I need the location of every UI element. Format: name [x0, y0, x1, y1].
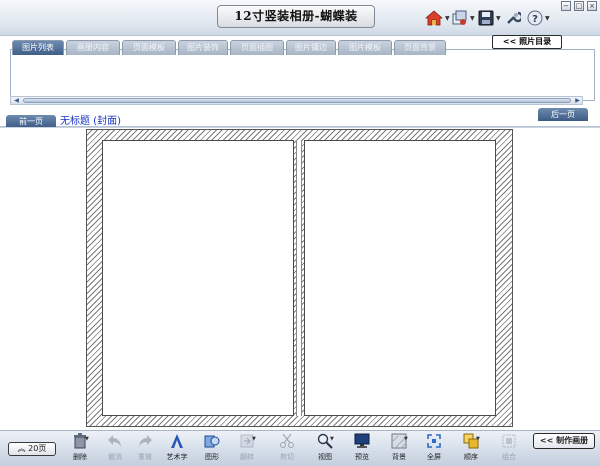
- tab-page-background[interactable]: 页面背景: [394, 40, 446, 55]
- shapes-tool-label: 图形: [205, 453, 219, 461]
- next-page-button[interactable]: 后一页: [538, 108, 588, 121]
- pages-count-button[interactable]: ︽ 20页: [8, 442, 56, 456]
- monitor-icon: [354, 433, 370, 449]
- group-tool[interactable]: 组合: [493, 433, 525, 465]
- tab-album-content[interactable]: 画册内容: [66, 40, 120, 55]
- tab-page-template[interactable]: 页面模板: [122, 40, 176, 55]
- fullscreen-tool-label: 全屏: [427, 453, 441, 461]
- wrench-icon[interactable]: [505, 9, 521, 27]
- help-icon[interactable]: ? ▼: [527, 9, 550, 27]
- background-tool[interactable]: ▼ 背景: [383, 433, 415, 465]
- flip-tool[interactable]: ▼ 翻转: [231, 433, 263, 465]
- group-tool-label: 组合: [502, 453, 516, 461]
- preview-tool-label: 预览: [355, 453, 369, 461]
- shapes-icon: [204, 433, 220, 449]
- photo-catalog-button[interactable]: << 照片目录: [492, 35, 562, 49]
- tab-content-panel: [10, 49, 595, 101]
- view-tool[interactable]: ▼ 视图: [309, 433, 341, 465]
- horizontal-scrollbar[interactable]: ◀ ▶: [10, 96, 583, 105]
- view-tool-label: 视图: [318, 453, 332, 461]
- preview-tool[interactable]: 预览: [346, 433, 378, 465]
- album-spine: [296, 140, 302, 416]
- undo-tool-label: 撤消: [108, 453, 122, 461]
- cut-tool[interactable]: 剪切: [271, 433, 303, 465]
- scissors-icon: [279, 433, 295, 449]
- photo-tools-icon[interactable]: ▼: [452, 9, 475, 27]
- art-text-tool-label: 艺术字: [166, 453, 188, 461]
- tab-photo-template[interactable]: 图片模板: [338, 40, 392, 55]
- tab-photo-decoration[interactable]: 图片装饰: [178, 40, 228, 55]
- background-tool-label: 背景: [392, 453, 406, 461]
- left-page[interactable]: [102, 140, 294, 416]
- undo-icon: [107, 433, 123, 449]
- save-icon[interactable]: ▼: [478, 9, 501, 27]
- tab-page-illustration[interactable]: 页面插图: [230, 40, 284, 55]
- close-button[interactable]: ×: [587, 1, 597, 11]
- art-text-icon: [169, 433, 185, 449]
- minimize-button[interactable]: −: [561, 1, 571, 11]
- redo-tool[interactable]: 重做: [129, 433, 161, 465]
- make-album-button[interactable]: << 制作画册: [533, 433, 595, 449]
- window-title: 12寸竖装相册-蝴蝶装: [217, 5, 375, 28]
- redo-icon: [137, 433, 153, 449]
- fullscreen-icon: [426, 433, 442, 449]
- page-title: 无标题 (封面): [60, 116, 121, 127]
- right-page[interactable]: [304, 140, 496, 416]
- tab-photo-border[interactable]: 图片镶边: [286, 40, 336, 55]
- art-text-tool[interactable]: 艺术字: [161, 433, 193, 465]
- tab-photo-list[interactable]: 图片列表: [12, 40, 64, 55]
- scroll-thumb[interactable]: [23, 98, 571, 103]
- fullscreen-tool[interactable]: 全屏: [418, 433, 450, 465]
- cut-tool-label: 剪切: [280, 453, 294, 461]
- undo-tool[interactable]: 撤消: [99, 433, 131, 465]
- order-tool-label: 顺序: [464, 453, 478, 461]
- delete-tool[interactable]: ▼ 删除: [64, 433, 96, 465]
- delete-tool-label: 删除: [73, 453, 87, 461]
- maximize-button[interactable]: □: [574, 1, 584, 11]
- order-tool[interactable]: ▼ 顺序: [455, 433, 487, 465]
- flip-tool-label: 翻转: [240, 453, 254, 461]
- group-icon: [501, 433, 517, 449]
- scroll-right-icon[interactable]: ▶: [573, 97, 582, 104]
- redo-tool-label: 重做: [138, 453, 152, 461]
- home-icon[interactable]: ▼: [425, 9, 450, 27]
- svg-text:?: ?: [532, 14, 538, 25]
- scroll-left-icon[interactable]: ◀: [12, 97, 21, 104]
- shapes-tool[interactable]: 图形: [196, 433, 228, 465]
